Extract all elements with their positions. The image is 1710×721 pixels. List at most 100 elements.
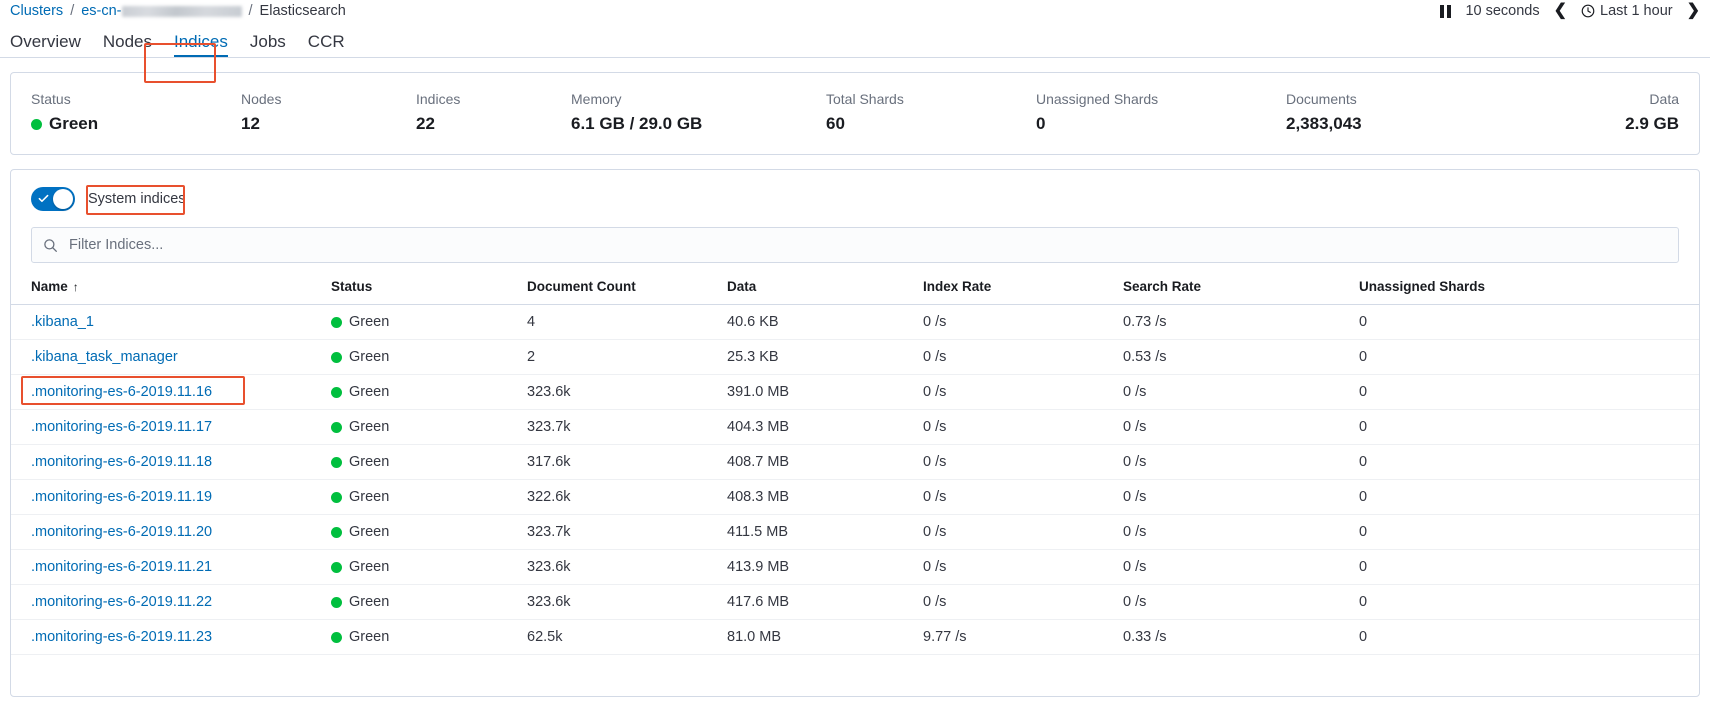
index-name-link[interactable]: .monitoring-es-6-2019.11.23 — [31, 629, 212, 645]
index-name-link[interactable]: .monitoring-es-6-2019.11.18 — [31, 454, 212, 470]
cell-status: Green — [331, 339, 527, 375]
index-name-link[interactable]: .kibana_1 — [31, 314, 94, 330]
tab-active-underline — [174, 55, 228, 57]
cell-status: Green — [331, 479, 527, 515]
cell-unassigned-shards: 0 — [1359, 514, 1699, 550]
tab-ccr[interactable]: CCR — [308, 33, 345, 57]
status-dot-icon — [31, 118, 42, 130]
cell-status: Green — [331, 584, 527, 620]
col-header-name[interactable]: Name ↑ — [11, 279, 331, 305]
cell-document-count: 323.6k — [527, 584, 727, 620]
time-range-picker[interactable]: Last 1 hour — [1581, 3, 1673, 19]
status-text: Green — [349, 629, 390, 645]
table-row: .monitoring-es-6-2019.11.17 Green 323.7k 40… — [11, 409, 1699, 445]
cell-status: Green — [331, 514, 527, 550]
cell-data: 408.3 MB — [727, 479, 923, 515]
tab-overview-label: Overview — [10, 32, 81, 51]
search-input[interactable] — [69, 237, 1667, 253]
system-indices-toggle[interactable] — [31, 187, 75, 211]
tab-indices[interactable]: Indices — [174, 33, 228, 57]
status-dot-icon — [331, 456, 342, 468]
status-text: Green — [349, 384, 390, 400]
breadcrumb-clusters[interactable]: Clusters — [10, 3, 63, 19]
cell-document-count: 4 — [527, 304, 727, 340]
indices-table-body: .kibana_1 Green 4 40.6 KB 0 /s 0.73 /s 0 .kiban… — [11, 304, 1699, 655]
tab-nodes-label: Nodes — [102, 32, 152, 51]
cluster-summary-panel: Status Green Nodes 12 Indices 22 Memory … — [10, 72, 1700, 155]
col-header-status[interactable]: Status — [331, 279, 527, 305]
cell-unassigned-shards: 0 — [1359, 374, 1699, 410]
tab-overview[interactable]: Overview — [10, 33, 81, 57]
cell-data: 81.0 MB — [727, 619, 923, 655]
cell-search-rate: 0.53 /s — [1123, 339, 1359, 375]
tab-nodes[interactable]: Nodes — [103, 33, 152, 57]
index-name-link[interactable]: .monitoring-es-6-2019.11.19 — [31, 489, 212, 505]
cell-index-rate: 0 /s — [923, 304, 1123, 340]
table-row: .monitoring-es-6-2019.11.20 Green 323.7k 41… — [11, 514, 1699, 550]
breadcrumb-separator-1: / — [70, 3, 75, 19]
table-row: .monitoring-es-6-2019.11.18 Green 317.6k 40… — [11, 444, 1699, 480]
top-bar: Clusters / es-cn- / Elasticsearch 10 sec… — [0, 0, 1710, 22]
cell-document-count: 2 — [527, 339, 727, 375]
summary-indices-label: Indices — [416, 91, 461, 107]
summary-status-text: Green — [49, 114, 99, 133]
system-indices-label[interactable]: System indices — [88, 191, 186, 207]
cell-data: 40.6 KB — [727, 304, 923, 340]
chevron-left-icon[interactable]: ❮ — [1554, 3, 1567, 19]
summary-memory-value: 6.1 GB / 29.0 GB — [571, 114, 703, 133]
summary-unassigned-shards-label: Unassigned Shards — [1036, 91, 1159, 107]
summary-total-shards-value: 60 — [826, 114, 845, 133]
index-name-anchor: .monitoring-es-6-2019.11.22 — [31, 594, 212, 610]
cell-document-count: 317.6k — [527, 444, 727, 480]
index-name-link[interactable]: .kibana_task_manager — [31, 349, 178, 365]
tab-indices-label: Indices — [174, 32, 228, 51]
col-header-unassigned-shards[interactable]: Unassigned Shards — [1359, 279, 1699, 305]
cell-document-count: 323.7k — [527, 514, 727, 550]
index-name-anchor: .monitoring-es-6-2019.11.19 — [31, 489, 212, 505]
cell-data: 391.0 MB — [727, 374, 923, 410]
cell-search-rate: 0.73 /s — [1123, 304, 1359, 340]
refresh-interval-label[interactable]: 10 seconds — [1465, 3, 1539, 19]
status-badge: Green — [331, 419, 527, 435]
tab-jobs[interactable]: Jobs — [250, 33, 286, 57]
cell-unassigned-shards: 0 — [1359, 304, 1699, 340]
pause-icon[interactable] — [1440, 4, 1452, 18]
index-name-link[interactable]: .monitoring-es-6-2019.11.22 — [31, 594, 212, 610]
cell-index-rate: 0 /s — [923, 514, 1123, 550]
index-name-link[interactable]: .monitoring-es-6-2019.11.16 — [31, 384, 212, 400]
indices-table: Name ↑ Status Document Count Data Index R… — [11, 279, 1699, 655]
indices-table-head: Name ↑ Status Document Count Data Index R… — [11, 279, 1699, 305]
toggle-knob — [53, 189, 73, 209]
cell-name: .monitoring-es-6-2019.11.19 — [11, 479, 331, 515]
cell-data: 417.6 MB — [727, 584, 923, 620]
summary-status-value: Green — [31, 114, 241, 134]
col-header-name-label: Name — [31, 279, 68, 294]
col-header-document-count[interactable]: Document Count — [527, 279, 727, 305]
col-header-data[interactable]: Data — [727, 279, 923, 305]
indices-panel: System indices Name ↑ Status — [10, 169, 1700, 697]
chevron-right-icon[interactable]: ❯ — [1687, 3, 1700, 19]
index-name-anchor: .monitoring-es-6-2019.11.20 — [31, 524, 212, 540]
cell-data: 404.3 MB — [727, 409, 923, 445]
index-name-link[interactable]: .monitoring-es-6-2019.11.17 — [31, 419, 212, 435]
summary-memory-label: Memory — [571, 91, 622, 107]
col-header-index-rate[interactable]: Index Rate — [923, 279, 1123, 305]
summary-status-label: Status — [31, 91, 71, 107]
status-text: Green — [349, 419, 390, 435]
cell-name: .monitoring-es-6-2019.11.16 — [11, 374, 331, 410]
cell-document-count: 323.7k — [527, 409, 727, 445]
cell-name: .monitoring-es-6-2019.11.20 — [11, 514, 331, 550]
filter-indices-field[interactable] — [31, 227, 1679, 263]
index-name-link[interactable]: .monitoring-es-6-2019.11.21 — [31, 559, 212, 575]
cell-search-rate: 0 /s — [1123, 479, 1359, 515]
tab-ccr-label: CCR — [307, 32, 345, 51]
summary-documents-label: Documents — [1286, 91, 1357, 107]
cell-name: .monitoring-es-6-2019.11.21 — [11, 549, 331, 585]
col-header-search-rate[interactable]: Search Rate — [1123, 279, 1359, 305]
breadcrumb-cluster-name[interactable]: es-cn- — [81, 3, 242, 19]
table-row: .monitoring-es-6-2019.11.23 Green 62.5k 81.… — [11, 619, 1699, 655]
cell-index-rate: 9.77 /s — [923, 619, 1123, 655]
index-name-link[interactable]: .monitoring-es-6-2019.11.20 — [31, 524, 212, 540]
status-dot-icon — [331, 491, 342, 503]
cell-data: 408.7 MB — [727, 444, 923, 480]
